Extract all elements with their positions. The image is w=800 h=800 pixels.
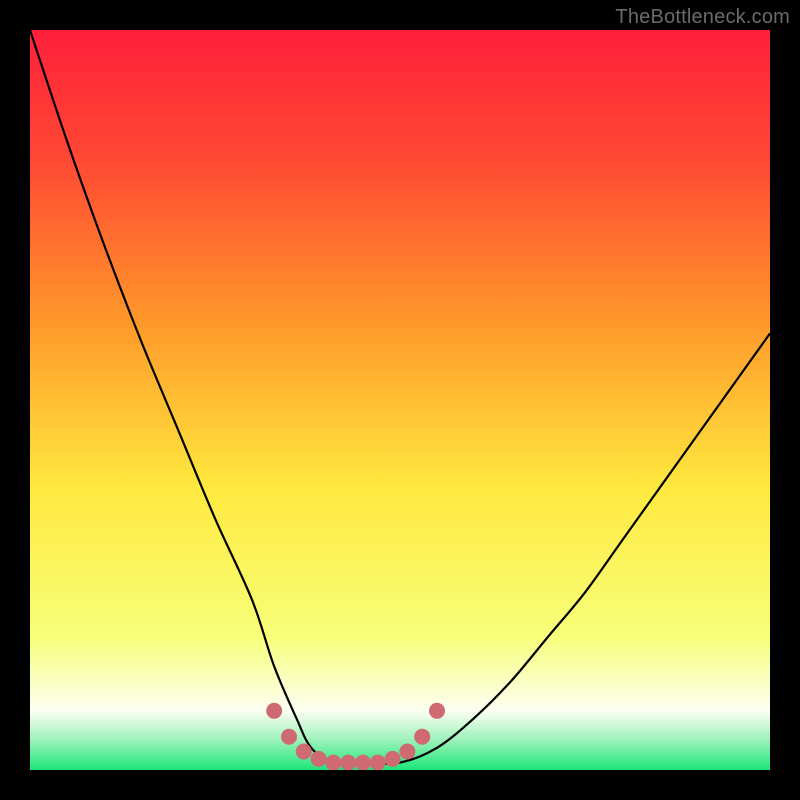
chart-svg — [30, 30, 770, 770]
trough-marker — [266, 703, 282, 719]
gradient-background — [30, 30, 770, 770]
trough-marker — [370, 755, 386, 770]
trough-marker — [325, 755, 341, 770]
chart-frame: TheBottleneck.com — [0, 0, 800, 800]
trough-marker — [281, 729, 297, 745]
watermark-text: TheBottleneck.com — [615, 6, 790, 29]
trough-marker — [429, 703, 445, 719]
trough-marker — [385, 751, 401, 767]
trough-marker — [296, 744, 312, 760]
trough-marker — [340, 755, 356, 770]
plot-area — [30, 30, 770, 770]
trough-marker — [355, 755, 371, 770]
trough-marker — [311, 751, 327, 767]
trough-marker — [399, 744, 415, 760]
trough-marker — [414, 729, 430, 745]
